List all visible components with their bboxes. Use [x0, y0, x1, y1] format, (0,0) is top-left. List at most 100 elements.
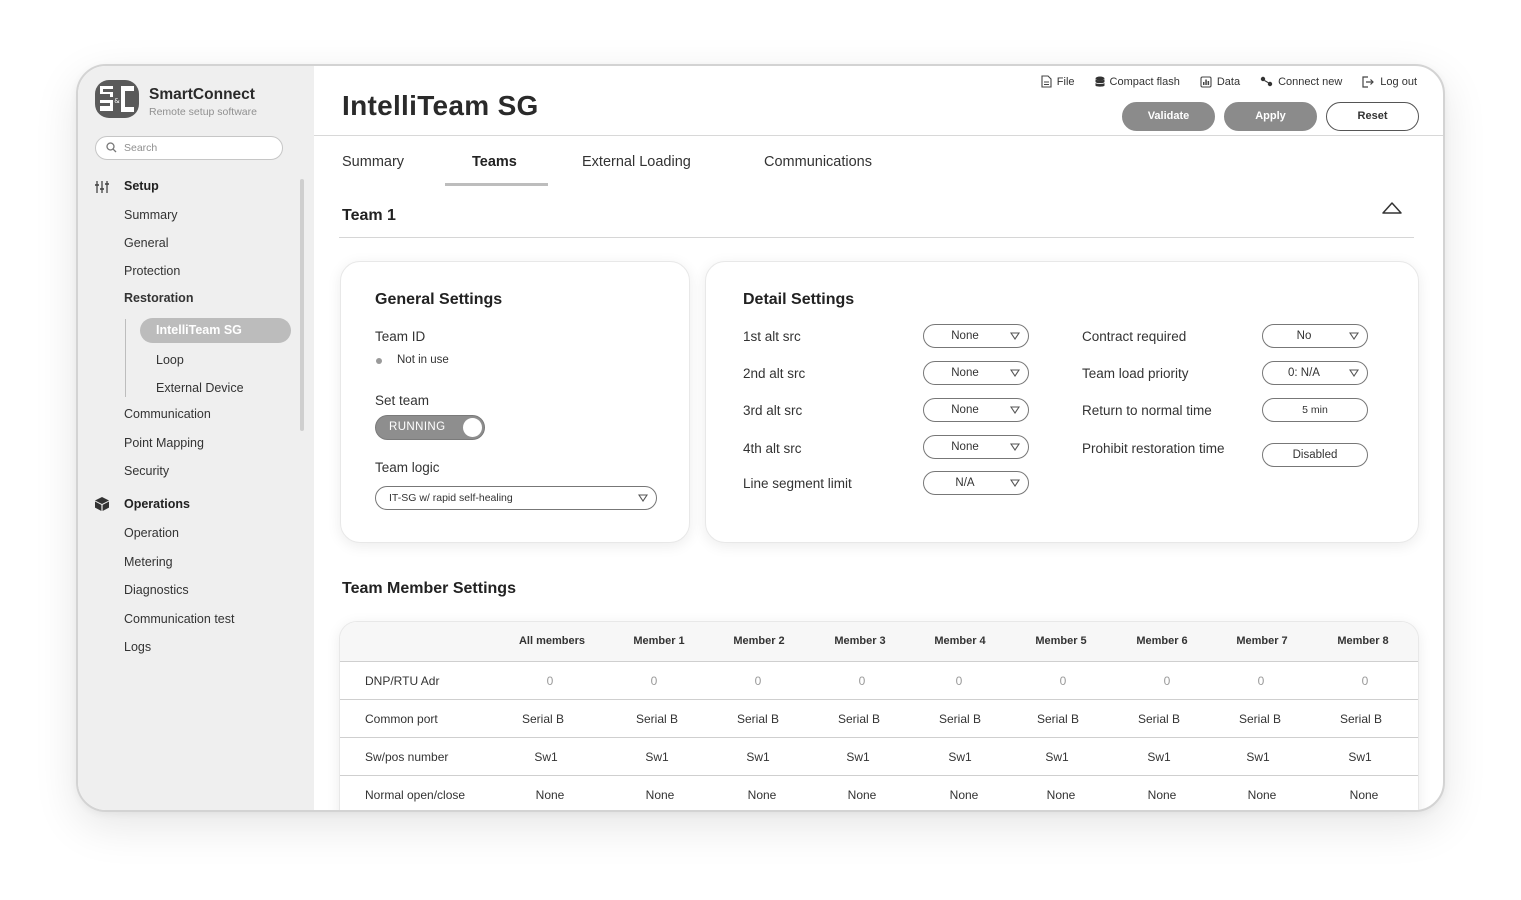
apply-button[interactable]: Apply — [1224, 102, 1317, 131]
prohibit-restoration-label: Prohibit restoration time — [1082, 441, 1225, 456]
sidebar-item-point-mapping[interactable]: Point Mapping — [124, 436, 204, 450]
tab-summary[interactable]: Summary — [342, 154, 404, 170]
connect-new-link[interactable]: Connect new — [1260, 75, 1342, 88]
table-cell[interactable]: Sw1 — [746, 750, 769, 764]
second-alt-src-select[interactable]: None — [923, 361, 1029, 385]
table-cell[interactable]: 0 — [547, 674, 554, 688]
team-logic-select[interactable]: IT-SG w/ rapid self-healing — [375, 486, 657, 510]
reset-button[interactable]: Reset — [1326, 102, 1419, 131]
sidebar-item-protection[interactable]: Protection — [124, 264, 180, 278]
table-cell[interactable]: None — [646, 788, 675, 802]
sidebar-item-summary[interactable]: Summary — [124, 208, 177, 222]
tab-communications[interactable]: Communications — [764, 154, 872, 170]
sidebar-scrollbar[interactable] — [300, 179, 304, 431]
sidebar-item-security[interactable]: Security — [124, 464, 169, 478]
fourth-alt-src-select[interactable]: None — [923, 435, 1029, 459]
table-cell[interactable]: None — [848, 788, 877, 802]
chevron-down-icon — [1349, 369, 1359, 377]
third-alt-src-label: 3rd alt src — [743, 403, 803, 418]
sidebar-item-general[interactable]: General — [124, 236, 168, 250]
validate-button[interactable]: Validate — [1122, 102, 1215, 131]
third-alt-src-select[interactable]: None — [923, 398, 1029, 422]
table-cell[interactable]: Serial B — [1340, 712, 1382, 726]
table-cell[interactable]: Sw1 — [645, 750, 668, 764]
team-load-priority-label: Team load priority — [1082, 366, 1189, 381]
team-load-priority-value: 0: N/A — [1288, 367, 1320, 379]
line-segment-limit-label: Line segment limit — [743, 476, 852, 491]
table-cell[interactable]: Serial B — [737, 712, 779, 726]
first-alt-src-select[interactable]: None — [923, 324, 1029, 348]
sidebar-item-restoration[interactable]: Restoration — [124, 291, 193, 305]
nav-section-setup[interactable]: Setup — [124, 179, 159, 193]
table-cell[interactable]: Serial B — [1138, 712, 1180, 726]
set-team-label: Set team — [375, 393, 430, 408]
sidebar-subitem-intelliteam-sg[interactable]: IntelliTeam SG — [140, 318, 291, 343]
table-cell[interactable]: None — [1248, 788, 1277, 802]
line-segment-limit-value: N/A — [955, 477, 975, 489]
prohibit-restoration-input[interactable]: Disabled — [1262, 443, 1368, 467]
table-cell[interactable]: Sw1 — [1246, 750, 1269, 764]
sidebar-item-metering[interactable]: Metering — [124, 555, 173, 569]
sidebar-item-logs[interactable]: Logs — [124, 640, 151, 654]
team-load-priority-select[interactable]: 0: N/A — [1262, 361, 1368, 385]
sidebar-item-operation[interactable]: Operation — [124, 526, 179, 540]
table-cell[interactable]: None — [1350, 788, 1379, 802]
brand-logo: & — [95, 80, 139, 118]
table-cell[interactable]: 0 — [956, 674, 963, 688]
line-segment-limit-select[interactable]: N/A — [923, 471, 1029, 495]
table-cell[interactable]: Serial B — [1037, 712, 1079, 726]
chevron-down-icon — [1010, 406, 1020, 414]
sidebar-item-diagnostics[interactable]: Diagnostics — [124, 583, 189, 597]
first-alt-src-label: 1st alt src — [743, 329, 801, 344]
table-cell[interactable]: Sw1 — [1045, 750, 1068, 764]
return-to-normal-value: 5 min — [1302, 404, 1328, 416]
table-cell[interactable]: 0 — [1164, 674, 1171, 688]
sidebar-subitem-external-device[interactable]: External Device — [156, 381, 244, 395]
column-header: Member 1 — [633, 635, 685, 647]
sidebar-item-communication[interactable]: Communication — [124, 407, 211, 421]
tab-external-loading[interactable]: External Loading — [582, 154, 691, 170]
compact-flash-link[interactable]: Compact flash — [1094, 75, 1180, 88]
sidebar-subitem-loop[interactable]: Loop — [156, 353, 184, 367]
team-id-label: Team ID — [375, 329, 426, 344]
log-out-link[interactable]: Log out — [1362, 75, 1417, 88]
chevron-up-icon[interactable] — [1381, 201, 1403, 215]
table-cell[interactable]: None — [1148, 788, 1177, 802]
table-cell[interactable]: Sw1 — [534, 750, 557, 764]
table-cell[interactable]: None — [748, 788, 777, 802]
data-link[interactable]: Data — [1200, 75, 1240, 88]
table-cell[interactable]: None — [950, 788, 979, 802]
file-link[interactable]: File — [1041, 75, 1075, 88]
sidebar-item-communication-test[interactable]: Communication test — [124, 612, 234, 626]
fourth-alt-src-label: 4th alt src — [743, 441, 802, 456]
table-cell[interactable]: None — [1047, 788, 1076, 802]
table-cell[interactable]: Serial B — [522, 712, 564, 726]
table-cell[interactable]: Sw1 — [846, 750, 869, 764]
tab-teams[interactable]: Teams — [472, 154, 517, 170]
general-settings-card: General Settings Team ID Not in use Set … — [340, 261, 690, 543]
header-divider — [314, 135, 1443, 136]
table-cell[interactable]: None — [536, 788, 565, 802]
table-cell[interactable]: 0 — [1060, 674, 1067, 688]
column-header: All members — [518, 635, 586, 647]
team-member-settings-title: Team Member Settings — [342, 580, 516, 597]
return-to-normal-input[interactable]: 5 min — [1262, 398, 1368, 422]
table-cell[interactable]: 0 — [651, 674, 658, 688]
search-input[interactable]: Search — [95, 136, 283, 160]
table-cell[interactable]: Serial B — [939, 712, 981, 726]
table-cell[interactable]: 0 — [1362, 674, 1369, 688]
nav-section-operations[interactable]: Operations — [124, 497, 190, 511]
table-cell[interactable]: Sw1 — [1147, 750, 1170, 764]
team-divider — [339, 237, 1414, 238]
table-cell[interactable]: 0 — [859, 674, 866, 688]
table-cell[interactable]: Serial B — [636, 712, 678, 726]
file-link-label: File — [1056, 75, 1075, 88]
table-cell[interactable]: Serial B — [838, 712, 880, 726]
table-cell[interactable]: Serial B — [1239, 712, 1281, 726]
table-cell[interactable]: Sw1 — [948, 750, 971, 764]
table-cell[interactable]: 0 — [1258, 674, 1265, 688]
table-cell[interactable]: 0 — [755, 674, 762, 688]
set-team-toggle[interactable]: RUNNING — [375, 415, 485, 440]
table-cell[interactable]: Sw1 — [1348, 750, 1371, 764]
contract-required-select[interactable]: No — [1262, 324, 1368, 348]
